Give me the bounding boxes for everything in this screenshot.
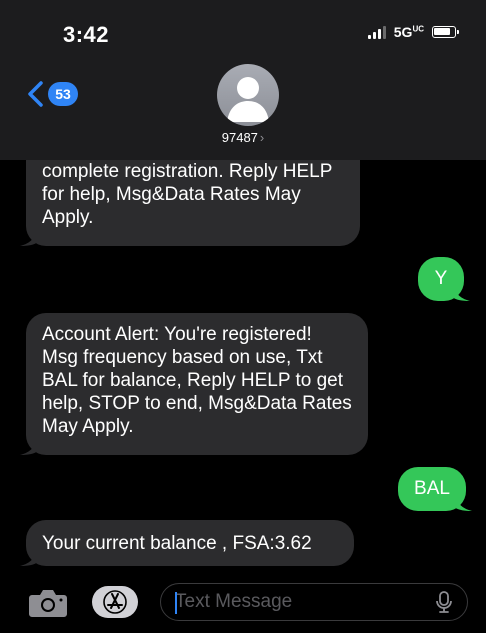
messages-screen: complete registration. Reply HELP for he… bbox=[0, 0, 486, 633]
signal-icon bbox=[367, 25, 386, 39]
status-time: 3:42 bbox=[63, 22, 110, 47]
camera-icon[interactable] bbox=[28, 588, 68, 618]
message-outgoing[interactable]: BAL bbox=[398, 467, 472, 511]
app-store-icon[interactable] bbox=[92, 586, 138, 618]
bubble-tail-icon bbox=[20, 439, 38, 455]
text-cursor bbox=[175, 592, 177, 614]
message-text: Y bbox=[434, 268, 448, 289]
composer-bar bbox=[0, 570, 486, 633]
battery-icon bbox=[432, 26, 459, 38]
status-indicators: 5GUC bbox=[367, 24, 459, 40]
unread-count-badge: 53 bbox=[48, 82, 78, 106]
chevron-right-icon: › bbox=[259, 130, 265, 145]
bubble-tail-icon bbox=[20, 230, 38, 246]
contact-name: 97487 bbox=[221, 130, 258, 145]
back-button[interactable]: 53 bbox=[26, 80, 78, 108]
back-chevron-icon bbox=[28, 81, 43, 107]
microphone-icon[interactable] bbox=[436, 591, 452, 613]
bubble-tail-icon bbox=[452, 285, 470, 301]
contact-name-button[interactable]: 97487 › bbox=[0, 130, 486, 145]
message-text: Account Alert: You're registered! Msg fr… bbox=[42, 324, 352, 437]
bubble-tail-icon bbox=[20, 550, 38, 566]
message-text: complete registration. Reply HELP for he… bbox=[42, 161, 333, 228]
avatar-icon[interactable] bbox=[217, 64, 279, 126]
bubble-tail-icon bbox=[454, 495, 472, 511]
message-incoming[interactable]: Your current balance , FSA:3.62 bbox=[20, 520, 354, 566]
message-incoming[interactable]: Account Alert: You're registered! Msg fr… bbox=[20, 313, 368, 455]
message-outgoing[interactable]: Y bbox=[418, 257, 470, 301]
message-input[interactable] bbox=[160, 583, 468, 621]
conversation-header: 3:42 5GUC 53 97487 › bbox=[0, 0, 486, 160]
message-text: BAL bbox=[414, 478, 450, 499]
network-type: 5GUC bbox=[393, 24, 424, 40]
message-text: Your current balance , FSA:3.62 bbox=[42, 533, 312, 554]
